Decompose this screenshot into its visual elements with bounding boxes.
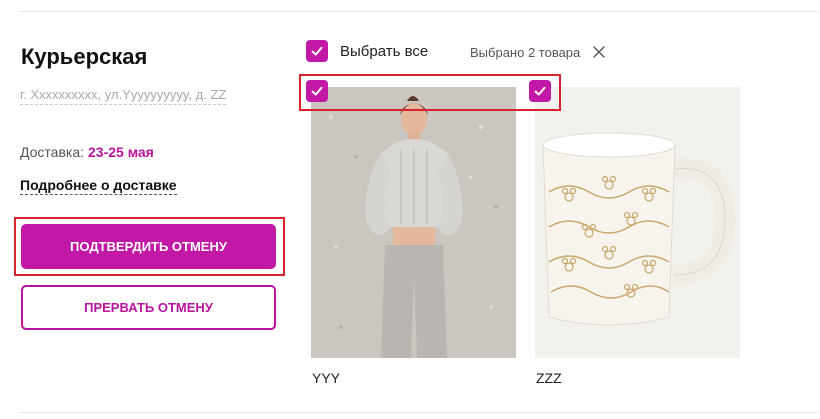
product-name-zzz[interactable]: ZZZ bbox=[536, 370, 562, 386]
delivery-method-title: Курьерская bbox=[21, 44, 148, 69]
delivery-details-link[interactable]: Подробнее о доставке bbox=[20, 177, 177, 195]
delivery-address[interactable]: г. Xxxxxxxxxx, ул.Yyyyyyyyyy, д. ZZ bbox=[20, 87, 227, 105]
item-checkboxes-highlight bbox=[299, 74, 561, 111]
abort-cancellation-button[interactable]: ПРЕРВАТЬ ОТМЕНУ bbox=[21, 285, 276, 330]
close-icon[interactable] bbox=[592, 45, 606, 59]
delivery-label: Доставка: bbox=[20, 144, 85, 160]
delivery-dates: 23-25 мая bbox=[88, 144, 154, 160]
checkmark-icon bbox=[534, 86, 546, 96]
checkmark-icon bbox=[311, 86, 323, 96]
product-photo-mug bbox=[535, 87, 740, 358]
select-all-label[interactable]: Выбрать все bbox=[340, 43, 428, 60]
confirm-cancellation-button[interactable]: ПОДТВЕРДИТЬ ОТМЕНУ bbox=[21, 224, 276, 269]
product-image-yyy[interactable] bbox=[311, 87, 516, 358]
item-checkbox-zzz[interactable] bbox=[529, 80, 551, 102]
checkmark-icon bbox=[311, 46, 323, 56]
top-divider bbox=[20, 11, 818, 12]
selected-count: Выбрано 2 товара bbox=[470, 45, 581, 60]
item-checkbox-yyy[interactable] bbox=[306, 80, 328, 102]
product-name-yyy[interactable]: YYY bbox=[312, 370, 340, 386]
delivery-dates-row: Доставка: 23-25 мая bbox=[20, 144, 154, 160]
product-photo-woman bbox=[311, 87, 516, 358]
product-image-zzz[interactable] bbox=[535, 87, 740, 358]
select-all-checkbox[interactable] bbox=[306, 40, 328, 62]
bottom-divider bbox=[20, 412, 818, 413]
